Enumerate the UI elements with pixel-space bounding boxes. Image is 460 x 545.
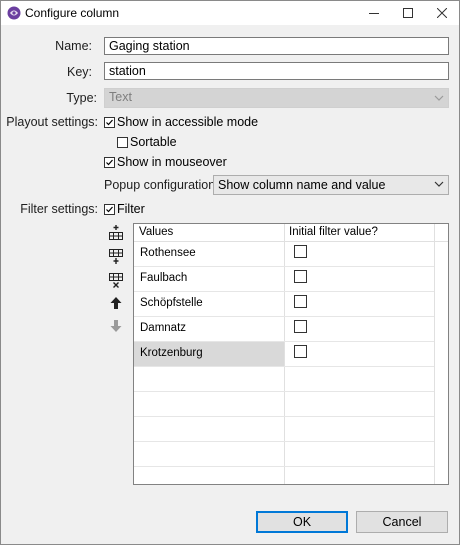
minimize-button[interactable] (357, 1, 391, 25)
playout-settings-label: Playout settings: (6, 115, 98, 129)
add-row-below-button[interactable] (107, 247, 125, 265)
checkbox-box (104, 156, 115, 168)
empty-row (134, 367, 434, 392)
type-label: Type: (66, 91, 97, 105)
mouseover-checkbox[interactable]: Show in mouseover (104, 155, 227, 169)
column-header-initial-filter[interactable]: Initial filter value? (289, 226, 378, 238)
delete-row-icon (109, 273, 123, 288)
maximize-icon (403, 8, 413, 18)
close-icon (437, 8, 447, 18)
checkbox-box (104, 203, 115, 215)
accessible-mode-label: Show in accessible mode (117, 115, 259, 129)
title-bar[interactable]: Configure column (1, 1, 459, 25)
table-header: Values Initial filter value? (134, 224, 448, 242)
add-row-below-icon (109, 249, 123, 264)
popup-configuration-select[interactable]: Show column name and value (213, 175, 449, 195)
name-label: Name: (55, 39, 92, 53)
app-icon (7, 6, 21, 20)
column-divider (434, 224, 435, 484)
mouseover-label: Show in mouseover (117, 155, 227, 169)
sortable-label: Sortable (130, 135, 177, 149)
accessible-mode-checkbox[interactable]: Show in accessible mode (104, 115, 258, 129)
table-row[interactable]: Rothensee (134, 242, 434, 267)
type-value: Text (109, 90, 132, 104)
move-down-icon (110, 320, 122, 332)
table-row[interactable]: Damnatz (134, 317, 434, 342)
type-select: Text (104, 88, 449, 108)
value-cell[interactable]: Faulbach (134, 267, 284, 291)
value-cell[interactable]: Rothensee (134, 242, 284, 266)
name-field[interactable]: Gaging station (104, 37, 449, 55)
popup-configuration-value: Show column name and value (218, 178, 386, 192)
value-cell[interactable]: Damnatz (134, 317, 284, 341)
delete-row-button[interactable] (107, 271, 125, 289)
add-row-above-icon (109, 225, 123, 240)
empty-row (134, 417, 434, 442)
chevron-down-icon (434, 181, 444, 187)
filter-values-table[interactable]: Values Initial filter value? Rothensee F… (133, 223, 449, 485)
table-row[interactable]: Schöpfstelle (134, 292, 434, 317)
minimize-icon (369, 13, 379, 14)
column-header-values[interactable]: Values (139, 226, 173, 238)
checkbox-box (117, 136, 128, 148)
initial-filter-checkbox[interactable] (294, 320, 307, 333)
checkbox-box (104, 116, 115, 128)
filter-label: Filter (117, 202, 145, 216)
popup-configuration-label: Popup configuration: (104, 178, 219, 192)
initial-filter-checkbox[interactable] (294, 270, 307, 283)
maximize-button[interactable] (391, 1, 425, 25)
add-row-above-button[interactable] (107, 224, 125, 242)
table-row[interactable]: Faulbach (134, 267, 434, 292)
move-up-icon (110, 297, 122, 309)
filter-settings-label: Filter settings: (20, 202, 98, 216)
move-up-button[interactable] (107, 294, 125, 312)
checkmark-icon (106, 159, 113, 165)
value-cell[interactable]: Krotzenburg (134, 342, 284, 366)
initial-filter-checkbox[interactable] (294, 245, 307, 258)
move-down-button[interactable] (107, 317, 125, 335)
filter-checkbox[interactable]: Filter (104, 202, 145, 216)
empty-row (134, 392, 434, 417)
checkmark-icon (106, 119, 113, 125)
cancel-button[interactable]: Cancel (356, 511, 448, 533)
table-row[interactable]: Krotzenburg (134, 342, 434, 367)
key-field[interactable]: station (104, 62, 449, 80)
key-label: Key: (66, 65, 92, 79)
initial-filter-checkbox[interactable] (294, 345, 307, 358)
sortable-checkbox[interactable]: Sortable (117, 135, 177, 149)
window-title: Configure column (25, 6, 120, 20)
dialog-window: Configure column Name: Gaging station Ke… (0, 0, 460, 545)
dialog-body: Name: Gaging station Key: station Type: … (1, 25, 459, 544)
initial-filter-checkbox[interactable] (294, 295, 307, 308)
ok-button[interactable]: OK (256, 511, 348, 533)
empty-row (134, 442, 434, 467)
value-cell[interactable]: Schöpfstelle (134, 292, 284, 316)
close-button[interactable] (425, 1, 459, 25)
checkmark-icon (106, 206, 113, 212)
chevron-down-icon (434, 95, 444, 101)
